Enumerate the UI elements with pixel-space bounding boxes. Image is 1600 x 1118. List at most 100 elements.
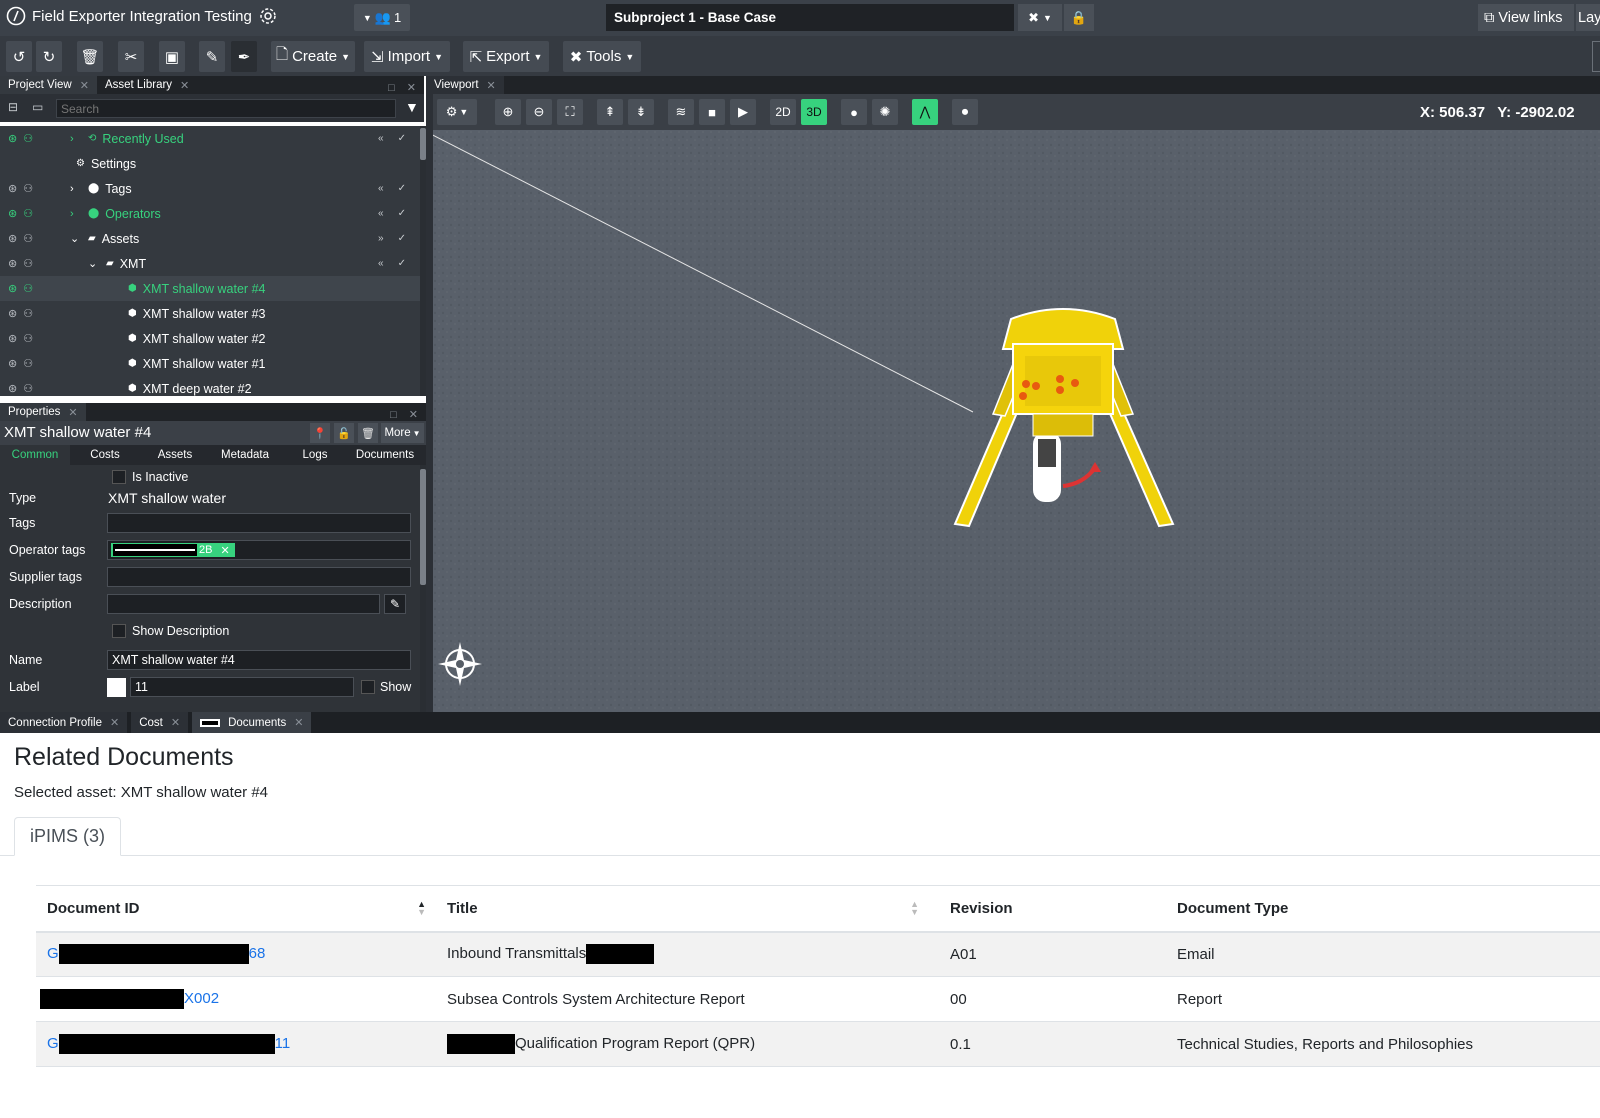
operator-tags-input[interactable]: 2B ✕	[107, 540, 411, 560]
tools-menu[interactable]: ✖ Tools ▼	[563, 41, 641, 72]
tab-documents[interactable]: Documents ✕	[192, 712, 312, 733]
close-icon[interactable]: ✕	[407, 81, 416, 94]
close-icon[interactable]: ✕	[180, 79, 189, 92]
gear-icon[interactable]	[258, 6, 278, 26]
undo-button[interactable]: ↺	[6, 41, 32, 72]
visibility-icon[interactable]: ⊛	[8, 257, 17, 270]
operator-tag-chip[interactable]: 2B ✕	[111, 543, 235, 557]
supplier-tags-input[interactable]	[107, 567, 411, 587]
document-id-link[interactable]: G 68	[47, 944, 265, 965]
document-id-cell[interactable]: G 11	[36, 1022, 436, 1067]
user-lock-icon[interactable]: ⚇	[23, 207, 33, 220]
show-label-checkbox[interactable]	[361, 680, 375, 694]
search-input[interactable]	[56, 99, 396, 118]
tags-input[interactable]	[107, 513, 411, 533]
tab-properties[interactable]: Properties ✕	[0, 403, 86, 421]
environment-button[interactable]: ✺	[872, 99, 898, 125]
more-menu[interactable]: More ▼	[381, 423, 424, 443]
expand-icon[interactable]: ›	[70, 208, 82, 220]
label-color-swatch[interactable]	[107, 678, 126, 697]
subtab-metadata[interactable]: Metadata	[210, 445, 280, 465]
name-input[interactable]: XMT shallow water #4	[107, 650, 411, 670]
user-lock-icon[interactable]: ⚇	[23, 182, 33, 195]
maximize-icon[interactable]: □	[390, 409, 397, 421]
check-icon[interactable]: ✓	[398, 183, 406, 194]
tree-item[interactable]: ⊛ ⚇ ⬢ XMT shallow water #1	[0, 351, 420, 376]
trash-icon[interactable]: 🗑	[358, 423, 378, 443]
layout-button[interactable]: Lay	[1576, 4, 1600, 31]
delete-button[interactable]: 🗑	[77, 41, 103, 72]
expand-all-icon[interactable]: «	[378, 133, 384, 144]
frame-button[interactable]: ▣	[159, 41, 185, 72]
expand-icon[interactable]: ⌄	[88, 257, 100, 270]
tab-cost[interactable]: Cost ✕	[131, 712, 189, 733]
visibility-icon[interactable]: ⊛	[8, 207, 17, 220]
document-id-link[interactable]: G 11	[47, 1034, 290, 1054]
user-lock-icon[interactable]: ⚇	[23, 282, 33, 295]
close-icon[interactable]: ✕	[110, 716, 119, 729]
tree-item[interactable]: ⊛ ⚇ › ⟲ Recently Used «✓	[0, 126, 420, 151]
folder-view-icon[interactable]: ▭	[32, 100, 43, 114]
check-icon[interactable]: ✓	[398, 233, 406, 244]
expand-all-icon[interactable]: «	[378, 258, 384, 269]
check-icon[interactable]: ✓	[398, 208, 406, 219]
redo-button[interactable]: ↻	[36, 41, 62, 72]
column-document-type[interactable]: Document Type	[1166, 886, 1600, 932]
check-icon[interactable]: ✓	[398, 133, 406, 144]
fit-view-button[interactable]: ⛶	[557, 99, 583, 125]
create-menu[interactable]: 🗋 Create ▼	[271, 41, 355, 72]
column-document-id[interactable]: Document ID ▲ ▼	[36, 886, 436, 932]
tree-item[interactable]: ⊛ ⚇ ⬢ XMT shallow water #2	[0, 326, 420, 351]
visibility-icon[interactable]: ⊛	[8, 132, 17, 145]
close-icon[interactable]: ✕	[80, 79, 89, 92]
viewport-3d[interactable]	[433, 94, 1600, 712]
label-input[interactable]: 11	[130, 677, 354, 697]
description-input[interactable]	[107, 594, 380, 614]
import-menu[interactable]: ⇲ Import ▼	[364, 41, 450, 72]
close-icon[interactable]: ✕	[171, 716, 180, 729]
tab-project-view[interactable]: Project View ✕	[0, 76, 97, 94]
tools-menu-button[interactable]: ✖ ▼	[1018, 4, 1062, 31]
close-icon[interactable]: ✕	[294, 716, 303, 729]
viewport-settings-button[interactable]: ⚙ ▼	[437, 99, 477, 125]
show-description-checkbox[interactable]	[112, 624, 126, 638]
check-icon[interactable]: ✓	[398, 258, 406, 269]
column-revision[interactable]: Revision	[939, 886, 1166, 932]
visibility-icon[interactable]: ⊛	[8, 232, 17, 245]
camera-button[interactable]: ■	[699, 99, 725, 125]
lock-button[interactable]: 🔒	[1064, 4, 1094, 31]
subtab-costs[interactable]: Costs	[70, 445, 140, 465]
document-id-cell[interactable]: G 68	[36, 932, 436, 977]
visibility-icon[interactable]: ⊛	[8, 382, 17, 395]
document-id-link[interactable]: X002	[40, 989, 219, 1009]
tree-item[interactable]: ⊛ ⚇ ⬢ XMT deep water #2	[0, 376, 420, 396]
lighting-button[interactable]: ●	[841, 99, 867, 125]
user-lock-icon[interactable]: ⚇	[23, 257, 33, 270]
tree-item[interactable]: ⊛ ⚇ ⬢ XMT shallow water #4	[0, 276, 420, 301]
expand-all-icon[interactable]: «	[378, 208, 384, 219]
zoom-in-button[interactable]: ⊕	[495, 99, 521, 125]
close-icon[interactable]: ✕	[487, 79, 496, 92]
close-icon[interactable]: ✕	[409, 408, 418, 421]
visibility-icon[interactable]: ⊛	[8, 182, 17, 195]
subtab-logs[interactable]: Logs	[280, 445, 350, 465]
expand-icon[interactable]: ›	[70, 183, 82, 195]
draw-button[interactable]: ✒	[231, 41, 257, 72]
tree-item[interactable]: ⊛ ⚇ ⌄ ▰ Assets» ✓	[0, 226, 420, 251]
user-lock-icon[interactable]: ⚇	[23, 307, 33, 320]
tab-asset-library[interactable]: Asset Library ✕	[96, 76, 198, 94]
subtab-documents[interactable]: Documents	[350, 445, 420, 465]
user-lock-icon[interactable]: ⚇	[23, 232, 33, 245]
close-icon[interactable]: ✕	[68, 406, 77, 419]
visibility-icon[interactable]: ⊛	[8, 357, 17, 370]
user-lock-icon[interactable]: ⚇	[23, 132, 33, 145]
is-inactive-checkbox[interactable]	[112, 470, 126, 484]
measure-button[interactable]: ⋀	[912, 99, 938, 125]
layers-button[interactable]: ≋	[668, 99, 694, 125]
play-button[interactable]: ▶	[730, 99, 756, 125]
project-selector[interactable]: Subproject 1 - Base Case	[606, 4, 1014, 31]
raise-sea-button[interactable]: ⇞	[597, 99, 623, 125]
locate-icon[interactable]: 📍	[310, 423, 330, 443]
tree-item[interactable]: ⊛ ⚇ › ⬤ Operators «✓	[0, 201, 420, 226]
users-dropdown[interactable]: ▼ 👥 1	[354, 4, 410, 31]
